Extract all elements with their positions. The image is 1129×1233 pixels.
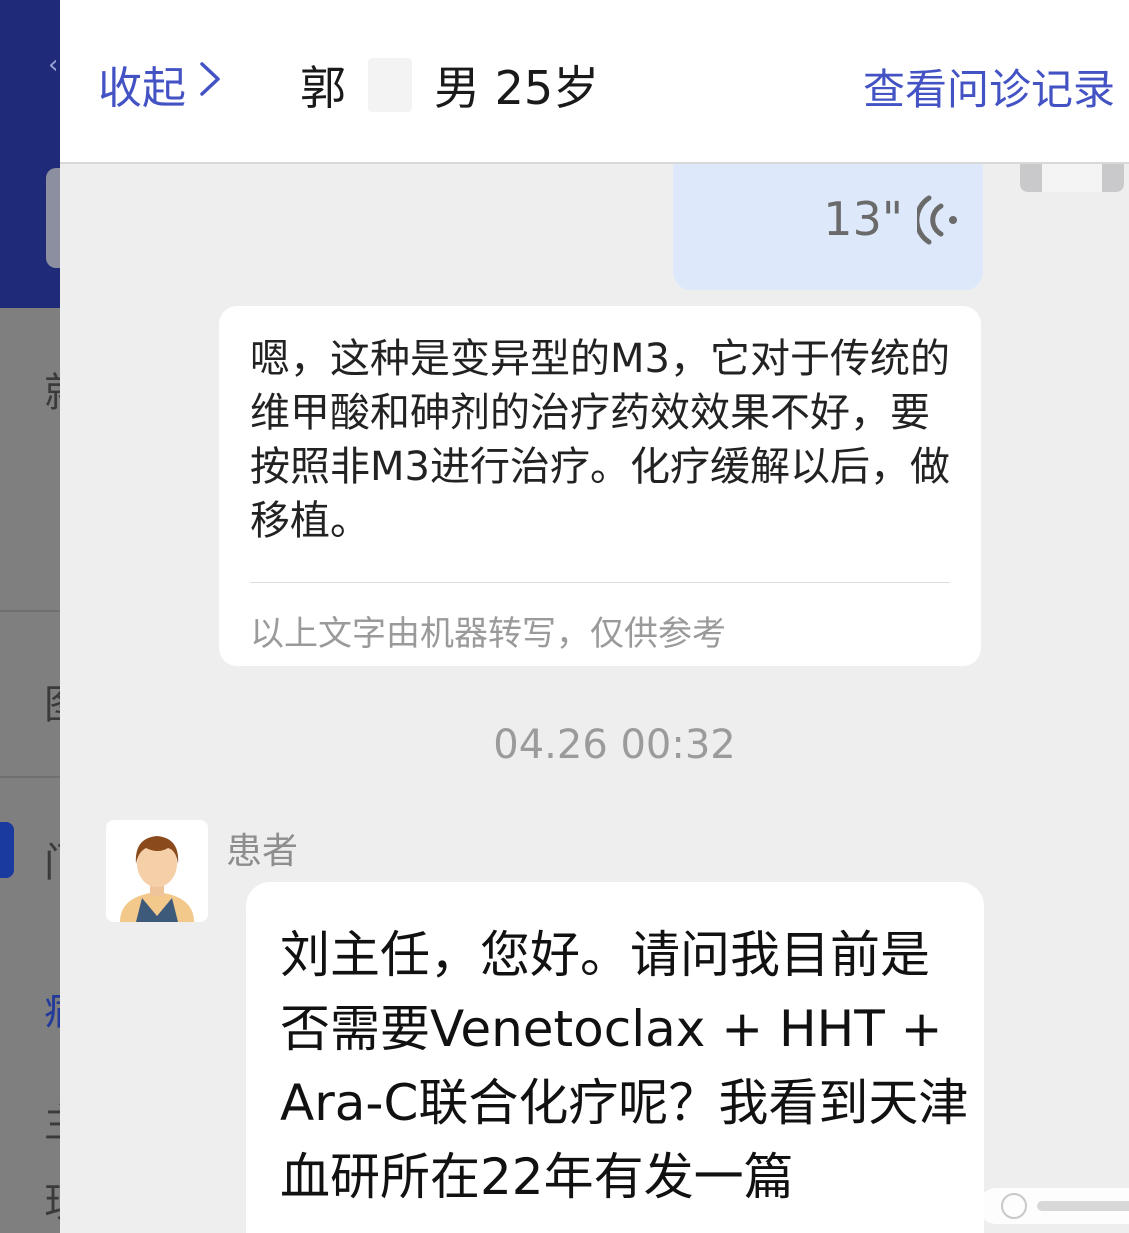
watermark-bar (1037, 1201, 1129, 1211)
background-text: 图 (44, 672, 60, 730)
collapse-button[interactable]: 收起 (98, 52, 222, 116)
patient-message-text: 刘主任，您好。请问我目前是否需要Venetoclax + HHT + Ara-C… (280, 926, 969, 1206)
doctor-avatar (1020, 160, 1124, 192)
doctor-avatar-image (1042, 160, 1102, 192)
consultation-panel: 收起 郭 男 25岁 查看问诊记录 13" 嗯，这种是变异型的M3，它对于传统的… (60, 0, 1129, 1233)
transcript-text: 嗯，这种是变异型的M3，它对于传统的维甲酸和砷剂的治疗药效效果不好，要按照非M3… (250, 336, 950, 544)
redacted-name (368, 58, 412, 112)
background-indicator (0, 822, 14, 878)
background-text: 门 (44, 830, 60, 888)
background-back-icon: ‹ (48, 50, 59, 80)
background-text: 主 (44, 1090, 60, 1148)
patient-surname: 郭 (300, 61, 346, 115)
chevron-right-icon (198, 60, 222, 108)
background-card (46, 168, 60, 268)
voice-transcript-card: 嗯，这种是变异型的M3，它对于传统的维甲酸和砷剂的治疗药效效果不好，要按照非M3… (219, 306, 981, 666)
collapse-label: 收起 (98, 63, 186, 114)
background-divider (0, 776, 60, 778)
patient-message-bubble: 刘主任，您好。请问我目前是否需要Venetoclax + HHT + Ara-C… (246, 882, 984, 1233)
background-text: 病 (44, 978, 60, 1036)
background-text: 就 (44, 360, 60, 418)
background-text: 现 (44, 1170, 60, 1228)
view-consultation-history-link[interactable]: 查看问诊记录 (863, 56, 1115, 117)
voice-duration: 13" (823, 192, 903, 246)
background-page: ‹ 就 图 门 病 主 现 (0, 0, 60, 1233)
background-divider (0, 610, 60, 612)
sender-name: 患者 (226, 831, 299, 872)
panel-header: 收起 郭 男 25岁 查看问诊记录 (60, 0, 1129, 164)
voice-message-bubble[interactable]: 13" (673, 150, 983, 290)
transcript-divider (250, 582, 950, 583)
patient-gender-age: 男 25岁 (434, 61, 600, 115)
watermark (978, 1188, 1129, 1224)
message-timestamp: 04.26 00:32 (493, 722, 736, 768)
watermark-icon (1001, 1193, 1027, 1219)
patient-avatar[interactable] (106, 820, 208, 922)
patient-info: 郭 男 25岁 (300, 52, 599, 118)
voice-wave-icon (914, 194, 961, 250)
transcript-disclaimer: 以上文字由机器转写，仅供参考 (250, 614, 726, 654)
